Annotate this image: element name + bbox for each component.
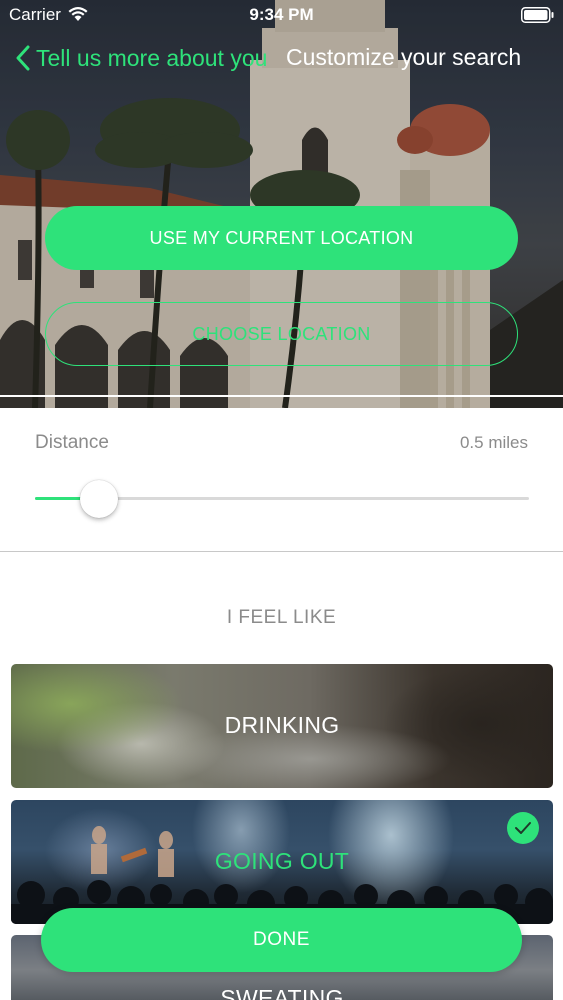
chevron-left-icon <box>16 45 30 71</box>
distance-value: 0.5 miles <box>459 433 528 452</box>
option-label: DRINKING <box>224 712 340 738</box>
choose-location-button[interactable]: CHOOSE LOCATION <box>45 302 518 366</box>
navigation-bar: Tell us more about you Customize your se… <box>0 36 563 80</box>
page-title: Customize your search <box>286 44 522 70</box>
use-current-location-button[interactable]: USE MY CURRENT LOCATION <box>45 206 518 270</box>
option-card-going-out[interactable]: GOING OUT <box>11 800 553 924</box>
option-card-drinking[interactable]: DRINKING <box>11 664 553 788</box>
distance-label: Distance <box>35 432 109 453</box>
option-label: GOING OUT <box>214 848 350 874</box>
distance-slider[interactable] <box>35 478 529 520</box>
done-button[interactable]: DONE <box>41 908 522 972</box>
checkmark-icon <box>507 812 539 844</box>
slider-thumb[interactable] <box>80 480 118 518</box>
back-button-label: Tell us more about you <box>36 44 268 71</box>
battery-icon <box>521 7 554 23</box>
hero-divider <box>0 395 563 397</box>
status-bar: Carrier 9:34 PM <box>0 0 563 30</box>
clock: 9:34 PM <box>249 5 314 24</box>
back-button[interactable]: Tell us more about you <box>16 42 267 74</box>
option-label: SWEATING <box>220 985 344 1000</box>
feel-like-heading: I FEEL LIKE <box>226 607 337 628</box>
section-divider <box>0 551 563 552</box>
